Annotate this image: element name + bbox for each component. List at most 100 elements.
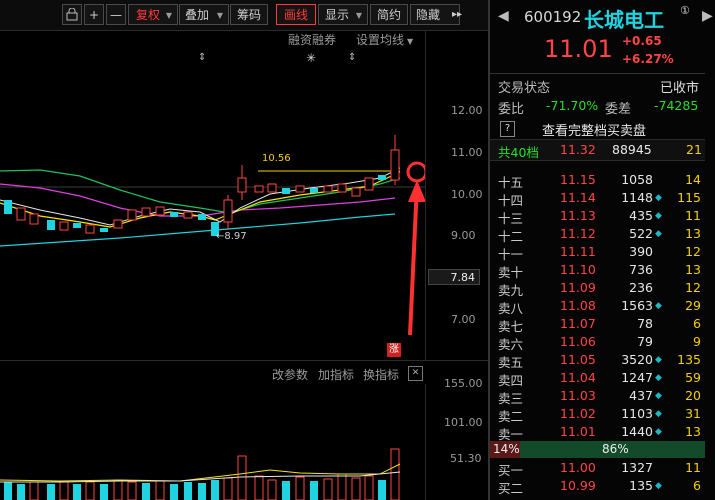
asks-price: 11.05 [560,352,596,367]
diamond-icon: ◆ [655,391,662,401]
asks-row[interactable]: 卖九 11.09 236 12 [490,279,705,298]
asks-volume: 437 [629,388,653,403]
diamond-icon: ◆ [655,373,662,383]
asks-row[interactable]: 十四 11.14 1148 ◆ 115 [490,189,705,208]
asks-row[interactable]: 十五 11.15 1058 14 [490,171,705,190]
vol-tick-3: 51.30 [450,452,482,465]
diamond-icon: ◆ [655,355,662,365]
asks-volume: 236 [629,280,653,295]
diamond-icon: ◆ [655,481,662,491]
y-tick-7: 7.00 [451,313,476,326]
asks-volume: 390 [629,244,653,259]
asks-volume: 1148 [621,190,653,205]
bids-order-count: 11 [685,460,701,475]
bids-row[interactable]: 买二 10.99 135 ◆ 6 [490,477,705,496]
bids-price: 11.00 [560,460,596,475]
close-icon[interactable]: ✕ [408,366,423,381]
volume-bars [4,448,400,500]
price-chart[interactable]: 10.56 ←8.97 涨 [0,30,425,360]
trade-status-label: 交易状态 [498,81,551,96]
low-price-value: 8.97 [224,231,247,242]
asks-price: 11.09 [560,280,596,295]
next-stock-icon[interactable]: ▶ [702,8,713,24]
chevron-down-icon: ▼ [216,11,223,20]
switch-indicator-button[interactable]: 换指标 [363,366,399,383]
asks-volume: 1058 [621,172,653,187]
asks-price: 11.07 [560,316,596,331]
stock-badge: ① [680,4,690,17]
huaxian-button[interactable]: 画线 [276,4,316,25]
asks-order-count: 12 [685,280,701,295]
low-price-label: ←8.97 [216,231,247,242]
bids-row[interactable]: 买一 11.00 1327 11 [490,459,705,478]
diamond-icon: ◆ [655,211,662,221]
candles [4,135,400,236]
asks-order-count: 6 [693,316,701,331]
asks-row[interactable]: 卖三 11.03 437 ◆ 20 [490,387,705,406]
asks-order-count: 29 [685,298,701,313]
asks-volume: 79 [637,334,653,349]
diejia-dropdown[interactable]: 叠加 ▼ [179,4,229,25]
jianyue-button[interactable]: 简约 [370,4,408,25]
quote-panel: ◀ 600192 长城电工 ① ▶ 11.01 +0.65 +6.27% 交易状… [488,0,715,500]
book-summary-row: 共40档 11.32 88945 21 [490,139,705,161]
fuquan-label: 复权 [136,8,161,22]
asks-row[interactable]: 十一 11.11 390 12 [490,243,705,262]
limit-up-badge[interactable]: 涨 [387,343,401,357]
add-indicator-button[interactable]: 加指标 [318,366,354,383]
asks-row[interactable]: 十二 11.12 522 ◆ 13 [490,225,705,244]
bids-volume: 1327 [621,460,653,475]
asks-row[interactable]: 卖五 11.05 3520 ◆ 135 [490,351,705,370]
target-circle [406,161,425,183]
lock-icon[interactable] [62,4,82,25]
crosshair-price: 7.84 [428,269,480,285]
ratio-left: 14% [493,442,520,456]
zoom-in-button[interactable]: + [84,4,104,25]
asks-volume: 522 [629,226,653,241]
volume-chart[interactable] [0,384,425,500]
change-params-button[interactable]: 改参数 [272,366,308,383]
asks-price: 11.08 [560,298,596,313]
asks-volume: 435 [629,208,653,223]
diejia-label: 叠加 [185,8,210,22]
price-chart-svg [0,135,425,336]
asks-volume: 736 [629,262,653,277]
trade-status-value: 已收市 [660,81,700,96]
asks-price: 11.04 [560,370,596,385]
vol-tick-2: 101.00 [444,416,483,429]
asks-row[interactable]: 十三 11.13 435 ◆ 11 [490,207,705,226]
xianshi-dropdown[interactable]: 显示 ▼ [318,4,368,25]
asks-price: 11.06 [560,334,596,349]
asks-order-count: 14 [685,172,701,187]
book-summary-price: 11.32 [560,142,596,157]
fuquan-dropdown[interactable]: 复权 ▼ [128,4,178,25]
zoom-out-button[interactable]: — [106,4,126,25]
book-summary-count: 21 [686,142,702,157]
asks-row[interactable]: 卖七 11.07 78 6 [490,315,705,334]
weicha-value: -74285 [654,98,699,113]
full-book-link[interactable]: 查看完整档买卖盘 [542,120,646,139]
asks-row[interactable]: 卖八 11.08 1563 ◆ 29 [490,297,705,316]
help-icon[interactable]: ? [500,121,515,137]
asks-row[interactable]: 卖四 11.04 1247 ◆ 59 [490,369,705,388]
asks-order-count: 13 [685,424,701,439]
asks-row[interactable]: 卖十 11.10 736 13 [490,261,705,280]
more-icon[interactable]: ▸▸ [450,4,464,25]
ratio-right: 86% [602,442,629,456]
weibi-value: -71.70% [546,98,599,113]
prev-stock-icon[interactable]: ◀ [498,8,509,24]
arrow-head [408,180,425,202]
bids-volume: 135 [629,478,653,493]
asks-volume: 3520 [621,352,653,367]
asks-order-count: 11 [685,208,701,223]
diamond-icon: ◆ [655,229,662,239]
asks-row[interactable]: 卖六 11.06 79 9 [490,333,705,352]
asks-row[interactable]: 卖二 11.02 1103 ◆ 31 [490,405,705,424]
asks-row[interactable]: 卖一 11.01 1440 ◆ 13 [490,423,705,442]
asks-order-count: 13 [685,262,701,277]
chouma-button[interactable]: 筹码 [230,4,268,25]
arrow-shaft [408,184,419,336]
asks-price: 11.11 [560,244,596,259]
asks-order-count: 31 [685,406,701,421]
weibi-label: 委比 [498,102,525,117]
